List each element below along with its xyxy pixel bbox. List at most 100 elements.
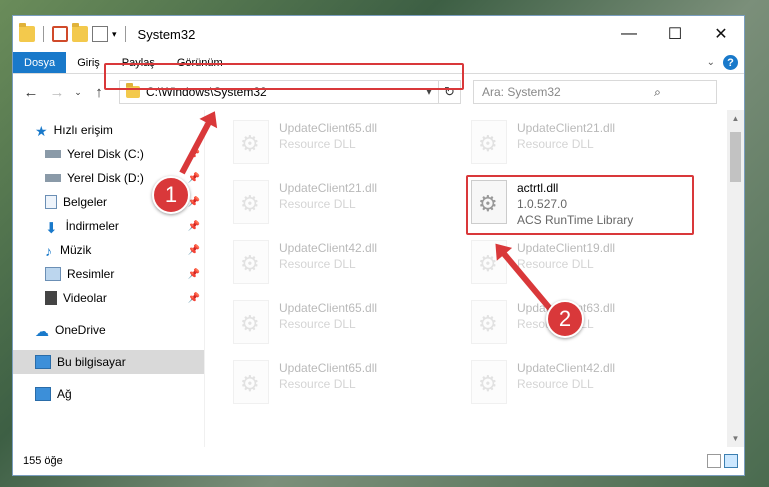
sidebar-item-this-pc[interactable]: Bu bilgisayar xyxy=(13,350,204,374)
pin-icon[interactable]: 📌 xyxy=(188,173,200,184)
cloud-icon: ☁ xyxy=(35,323,49,339)
list-item[interactable]: UpdateClient63.dllResource DLL xyxy=(471,300,701,352)
file-highlight xyxy=(466,175,694,235)
title-bar: ▾ System32 — ☐ ✕ xyxy=(13,16,744,52)
list-item[interactable]: UpdateClient21.dll Resource DLL xyxy=(233,180,463,232)
computer-icon xyxy=(35,355,51,369)
file-name: UpdateClient21.dll xyxy=(517,121,616,135)
sidebar-item-label: Bu bilgisayar xyxy=(57,355,126,369)
dll-file-icon xyxy=(233,120,269,164)
sidebar-item-label: Yerel Disk (C:) xyxy=(67,147,144,161)
dll-file-icon xyxy=(471,360,507,404)
callout-badge: 2 xyxy=(546,300,584,338)
help-icon[interactable]: ? xyxy=(723,55,738,70)
sidebar-item-label: OneDrive xyxy=(55,323,106,337)
list-item[interactable]: UpdateClient21.dll Resource DLL xyxy=(471,120,701,172)
sidebar-item-label: Resimler xyxy=(67,267,115,281)
sidebar-item-label: Belgeler xyxy=(63,195,108,209)
documents-icon xyxy=(45,195,57,209)
dll-file-icon xyxy=(233,360,269,404)
sidebar-item-quick-access[interactable]: ★ Hızlı erişim xyxy=(13,118,204,142)
minimize-icon: — xyxy=(621,25,637,42)
search-placeholder: Ara: System32 xyxy=(482,85,561,99)
dll-file-icon xyxy=(233,300,269,344)
file-name: UpdateClient19.dll xyxy=(517,241,616,255)
file-name: UpdateClient65.dll xyxy=(279,361,378,375)
chevron-down-icon: ⌄ xyxy=(74,86,82,97)
maximize-button[interactable]: ☐ xyxy=(652,16,698,52)
tiles-view-icon[interactable] xyxy=(724,454,738,468)
address-bar-highlight xyxy=(104,63,464,90)
minimize-button[interactable]: — xyxy=(606,16,652,52)
download-icon: ⬇ xyxy=(45,220,58,237)
details-view-icon[interactable] xyxy=(707,454,721,468)
sidebar-item-music[interactable]: ♪ Müzik 📌 xyxy=(13,238,204,262)
customize-toolbar-icon[interactable] xyxy=(92,26,108,42)
sidebar-item-videos[interactable]: Videolar 📌 xyxy=(13,286,204,310)
close-icon: ✕ xyxy=(714,26,728,43)
close-button[interactable]: ✕ xyxy=(698,16,744,52)
file-description: Resource DLL xyxy=(517,257,594,271)
pictures-icon xyxy=(45,267,61,281)
star-icon: ★ xyxy=(35,123,48,139)
sidebar-item-label: İndirmeler xyxy=(65,219,119,233)
drive-icon xyxy=(45,174,61,182)
dll-file-icon xyxy=(471,120,507,164)
properties-icon[interactable] xyxy=(52,26,68,42)
new-folder-icon[interactable] xyxy=(72,23,88,42)
file-name: UpdateClient65.dll xyxy=(279,121,378,135)
back-button[interactable]: ← xyxy=(19,80,43,104)
list-item[interactable]: UpdateClient65.dll Resource DLL xyxy=(233,300,463,352)
list-item[interactable]: UpdateClient65.dll Resource DLL xyxy=(233,360,463,412)
window-title: System32 xyxy=(137,26,196,42)
scroll-up-icon[interactable]: ▲ xyxy=(727,110,744,127)
sidebar-item-network[interactable]: Ağ xyxy=(13,382,204,406)
maximize-icon: ☐ xyxy=(667,26,683,43)
pin-icon[interactable]: 📌 xyxy=(188,269,200,280)
search-icon[interactable]: ⌕ xyxy=(599,85,716,100)
vertical-scrollbar[interactable]: ▲ ▼ xyxy=(727,110,744,447)
sidebar-item-drive-c[interactable]: Yerel Disk (C:) 📌 xyxy=(13,142,204,166)
forward-button[interactable]: → xyxy=(45,80,69,104)
pin-icon[interactable]: 📌 xyxy=(188,293,200,304)
file-description: Resource DLL xyxy=(279,377,356,391)
scroll-down-icon[interactable]: ▼ xyxy=(727,430,744,447)
file-description: Resource DLL xyxy=(279,317,356,331)
item-count: 155 öğe xyxy=(23,455,63,467)
music-icon: ♪ xyxy=(45,243,52,259)
pin-icon[interactable]: 📌 xyxy=(188,245,200,256)
sidebar-item-onedrive[interactable]: ☁ OneDrive xyxy=(13,318,204,342)
folder-icon xyxy=(19,23,35,42)
divider xyxy=(124,26,126,42)
dll-file-icon xyxy=(233,240,269,284)
list-item[interactable]: UpdateClient42.dll Resource DLL xyxy=(233,240,463,292)
navigation-pane: ★ Hızlı erişim Yerel Disk (C:) 📌 Yerel D… xyxy=(13,110,205,447)
file-description: Resource DLL xyxy=(279,137,356,151)
list-item[interactable]: UpdateClient42.dll Resource DLL xyxy=(471,360,701,412)
search-input[interactable]: Ara: System32 ⌕ xyxy=(473,80,717,104)
tab-file[interactable]: Dosya xyxy=(13,52,67,73)
arrow-up-icon: ↑ xyxy=(95,83,103,101)
file-description: Resource DLL xyxy=(517,377,594,391)
network-icon xyxy=(35,387,51,401)
chevron-down-icon[interactable]: ▾ xyxy=(112,29,117,40)
file-name: UpdateClient42.dll xyxy=(517,361,616,375)
list-item[interactable]: UpdateClient65.dll Resource DLL xyxy=(233,120,463,172)
file-name: UpdateClient42.dll xyxy=(279,241,378,255)
dll-file-icon xyxy=(233,180,269,224)
drive-icon xyxy=(45,150,61,158)
pin-icon[interactable]: 📌 xyxy=(188,221,200,232)
sidebar-item-downloads[interactable]: ⬇ İndirmeler 📌 xyxy=(13,214,204,238)
status-bar: 155 öğe xyxy=(13,447,744,475)
dll-file-icon xyxy=(471,300,507,344)
callout-badge: 1 xyxy=(152,176,190,214)
sidebar-item-label: Ağ xyxy=(57,387,72,401)
expand-ribbon-icon[interactable]: ⌄ xyxy=(707,57,715,68)
arrow-right-icon: → xyxy=(49,83,65,101)
arrow-left-icon: ← xyxy=(23,83,39,101)
scrollbar-thumb[interactable] xyxy=(730,132,741,182)
sidebar-item-pictures[interactable]: Resimler 📌 xyxy=(13,262,204,286)
file-description: Resource DLL xyxy=(517,137,594,151)
file-description: Resource DLL xyxy=(279,257,356,271)
recent-locations-button[interactable]: ⌄ xyxy=(71,80,85,104)
